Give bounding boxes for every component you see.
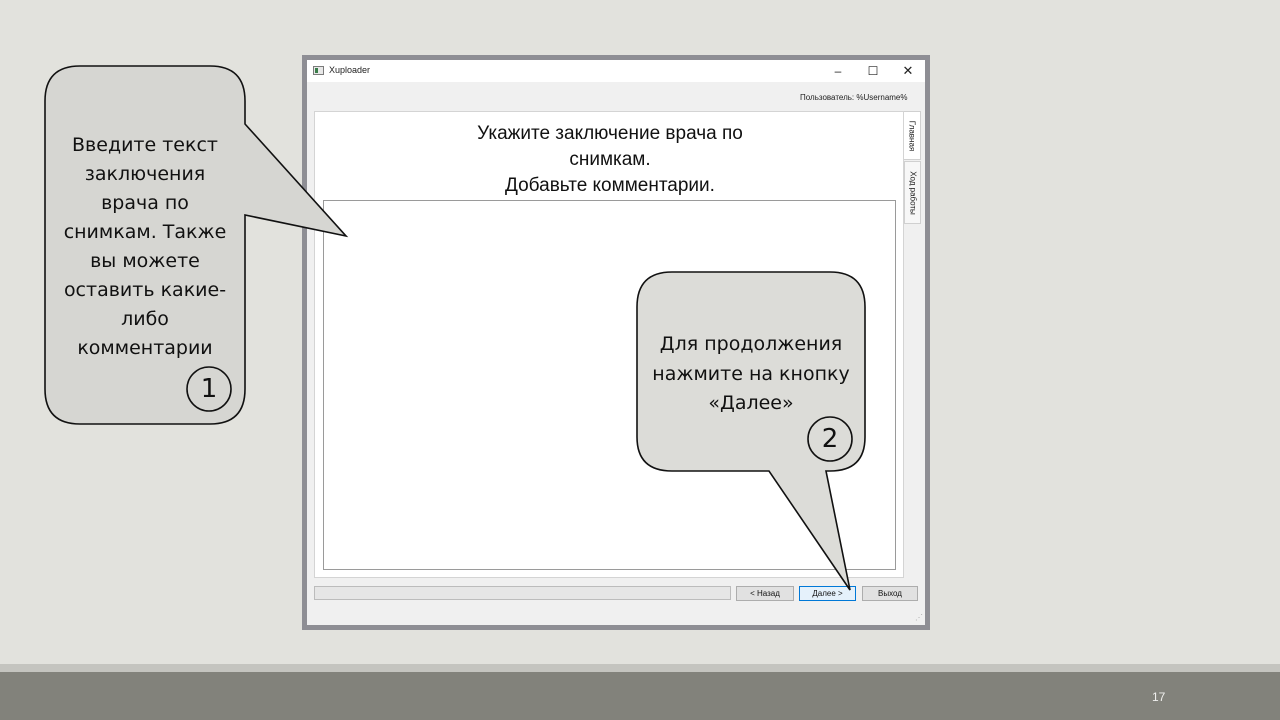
maximize-icon[interactable]: ☐: [856, 60, 890, 82]
callout-line: «Далее»: [708, 392, 794, 414]
footer-strip: [0, 664, 1280, 672]
callout-line: снимкам. Также: [63, 221, 227, 243]
window-title: Xuploader: [329, 65, 371, 75]
callout-1-text: Введите текст заключения врача по снимка…: [48, 131, 242, 363]
resize-grip-icon[interactable]: ⋰: [915, 613, 925, 623]
callout-line: вы можете: [90, 250, 200, 272]
slide-footer: [0, 672, 1280, 720]
callout-line: врача по: [101, 192, 189, 214]
instruction-line: Укажите заключение врача по: [477, 123, 743, 144]
instruction-line: Добавьте комментарии.: [505, 175, 715, 196]
next-button[interactable]: Далее >: [799, 586, 856, 601]
tab-progress[interactable]: Ход работы: [904, 161, 921, 224]
instruction-text: Укажите заключение врача по снимкам. Доб…: [315, 121, 905, 199]
title-bar[interactable]: Xuploader – ☐ ✕: [307, 60, 925, 82]
close-icon[interactable]: ✕: [891, 60, 925, 82]
callout-line: Для продолжения: [659, 333, 843, 355]
callout-line: либо: [121, 308, 169, 330]
user-label: Пользователь: %Username%: [800, 93, 908, 102]
callout-line: Введите текст: [72, 134, 218, 156]
tab-main[interactable]: Главная: [904, 111, 921, 160]
progress-bar: [314, 586, 731, 600]
callout-line: заключения: [84, 163, 206, 185]
slide-number: 17: [1152, 690, 1166, 704]
callout-2-text: Для продолжения нажмите на кнопку «Далее…: [640, 330, 862, 419]
tab-main-label: Главная: [907, 120, 917, 151]
callout-line: нажмите на кнопку: [652, 362, 850, 385]
app-icon: [313, 66, 324, 75]
exit-button[interactable]: Выход: [862, 586, 918, 601]
back-button[interactable]: < Назад: [736, 586, 794, 601]
callout-line: комментарии: [77, 337, 213, 359]
tab-progress-label: Ход работы: [908, 170, 917, 215]
instruction-line: снимкам.: [569, 149, 651, 170]
callout-line: оставить какие-: [63, 279, 227, 301]
minimize-icon[interactable]: –: [821, 60, 855, 82]
callout-2-badge: 2: [821, 424, 839, 454]
callout-1-badge: 1: [200, 374, 218, 404]
